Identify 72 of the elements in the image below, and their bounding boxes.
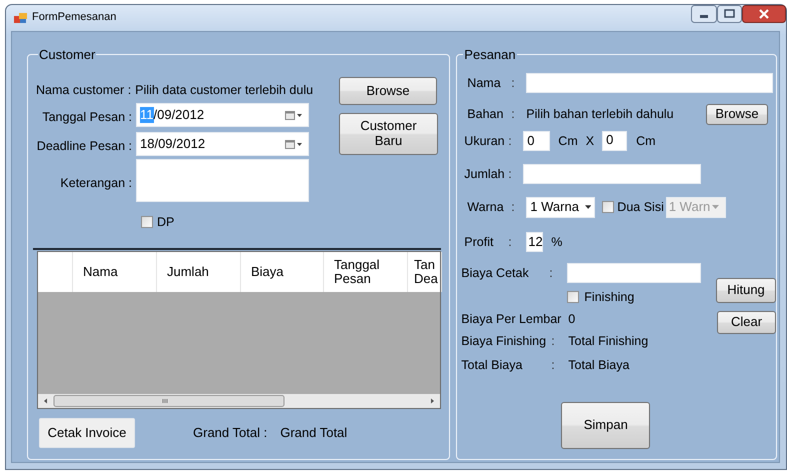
save-button[interactable]: Simpan <box>561 402 650 449</box>
width-field[interactable]: 0 <box>523 131 550 151</box>
column-header[interactable]: Tanggal Pesan <box>324 252 408 292</box>
minimize-button[interactable] <box>691 5 717 23</box>
colon-text: : <box>508 234 513 250</box>
field-label: Biaya Cetak <box>461 266 530 280</box>
value-text: Total Finishing <box>568 334 648 348</box>
colon-text: : <box>508 134 513 148</box>
unit-text: Cm <box>558 134 578 148</box>
times-text: X <box>586 134 594 148</box>
checkbox[interactable] <box>141 216 153 228</box>
total-value: Grand Total <box>280 424 348 440</box>
new-customer-button[interactable]: Customer Baru <box>339 113 438 155</box>
field-label: Jumlah <box>463 166 506 182</box>
date-picker[interactable]: 18/09/2012 <box>136 132 309 156</box>
total-label: Grand Total : <box>193 424 268 440</box>
browse-button[interactable]: Browse <box>339 77 437 105</box>
window-title: FormPemesanan <box>32 11 116 25</box>
column-header[interactable]: Biaya <box>241 252 324 292</box>
app-icon <box>14 12 27 24</box>
field-label: Keterangan : <box>59 176 133 191</box>
colon-text: : <box>551 334 556 348</box>
percent-text: % <box>551 234 562 250</box>
checkbox-label: Finishing <box>584 290 634 304</box>
customer-name-text: Pilih data customer terlebih dulu <box>135 82 314 98</box>
unit-text: Cm <box>636 134 656 148</box>
field-label: Warna <box>466 200 505 214</box>
horizontal-scrollbar[interactable] <box>38 394 440 408</box>
browse-button[interactable]: Browse <box>706 104 768 124</box>
group-title: Pesanan <box>463 48 517 61</box>
maximize-button[interactable] <box>717 5 742 23</box>
column-header[interactable]: Nama <box>73 252 157 292</box>
field-label: Total Biaya <box>461 358 524 372</box>
field-label: Ukuran <box>463 134 506 148</box>
field-label: Biaya Per Lembar <box>461 312 562 326</box>
checkbox-label: Dua Sisi <box>617 200 664 214</box>
field-label: Tanggal Pesan : <box>41 110 133 124</box>
height-field[interactable]: 0 <box>602 131 628 151</box>
colon-text: : <box>511 200 516 214</box>
group-title: Customer <box>38 48 96 61</box>
checkbox[interactable] <box>567 291 580 303</box>
column-header[interactable]: Tan Dea <box>408 252 442 292</box>
column-header[interactable]: Jumlah <box>157 252 241 292</box>
text-field[interactable] <box>526 73 774 93</box>
dropdown-arrow-icon <box>584 205 592 209</box>
field-label: Profit <box>463 234 494 250</box>
colon-text: : <box>549 266 554 280</box>
material-text: Pilih bahan terlebih dahulu <box>526 106 674 122</box>
field-label: Deadline Pesan : <box>36 138 133 154</box>
colon-text: : <box>551 358 556 372</box>
checkbox[interactable] <box>602 201 614 213</box>
calendar-icon <box>285 110 302 120</box>
color-dropdown[interactable]: 1 Warna <box>526 196 596 218</box>
field-label: Biaya Finishing <box>461 334 548 348</box>
colon-text: : <box>508 166 513 182</box>
profit-field[interactable]: 12 <box>526 232 544 252</box>
print-invoice-button[interactable]: Cetak Invoice <box>39 418 135 448</box>
cost-field[interactable] <box>567 263 702 283</box>
field-label: Nama customer : <box>36 82 132 98</box>
calendar-icon <box>285 140 302 148</box>
clear-button[interactable]: Clear <box>717 311 776 334</box>
colon-text: : <box>511 106 516 122</box>
checkbox-label: DP <box>157 214 174 230</box>
value-text: 0 <box>568 312 576 326</box>
field-label: Nama <box>466 76 502 90</box>
text-field[interactable] <box>523 164 702 184</box>
field-label: Bahan <box>466 106 504 122</box>
colon-text: : <box>511 76 516 90</box>
dropdown-arrow-icon <box>712 205 720 209</box>
value-text: Total Biaya <box>568 358 630 372</box>
close-button[interactable] <box>742 5 786 23</box>
calculate-button[interactable]: Hitung <box>716 278 776 303</box>
